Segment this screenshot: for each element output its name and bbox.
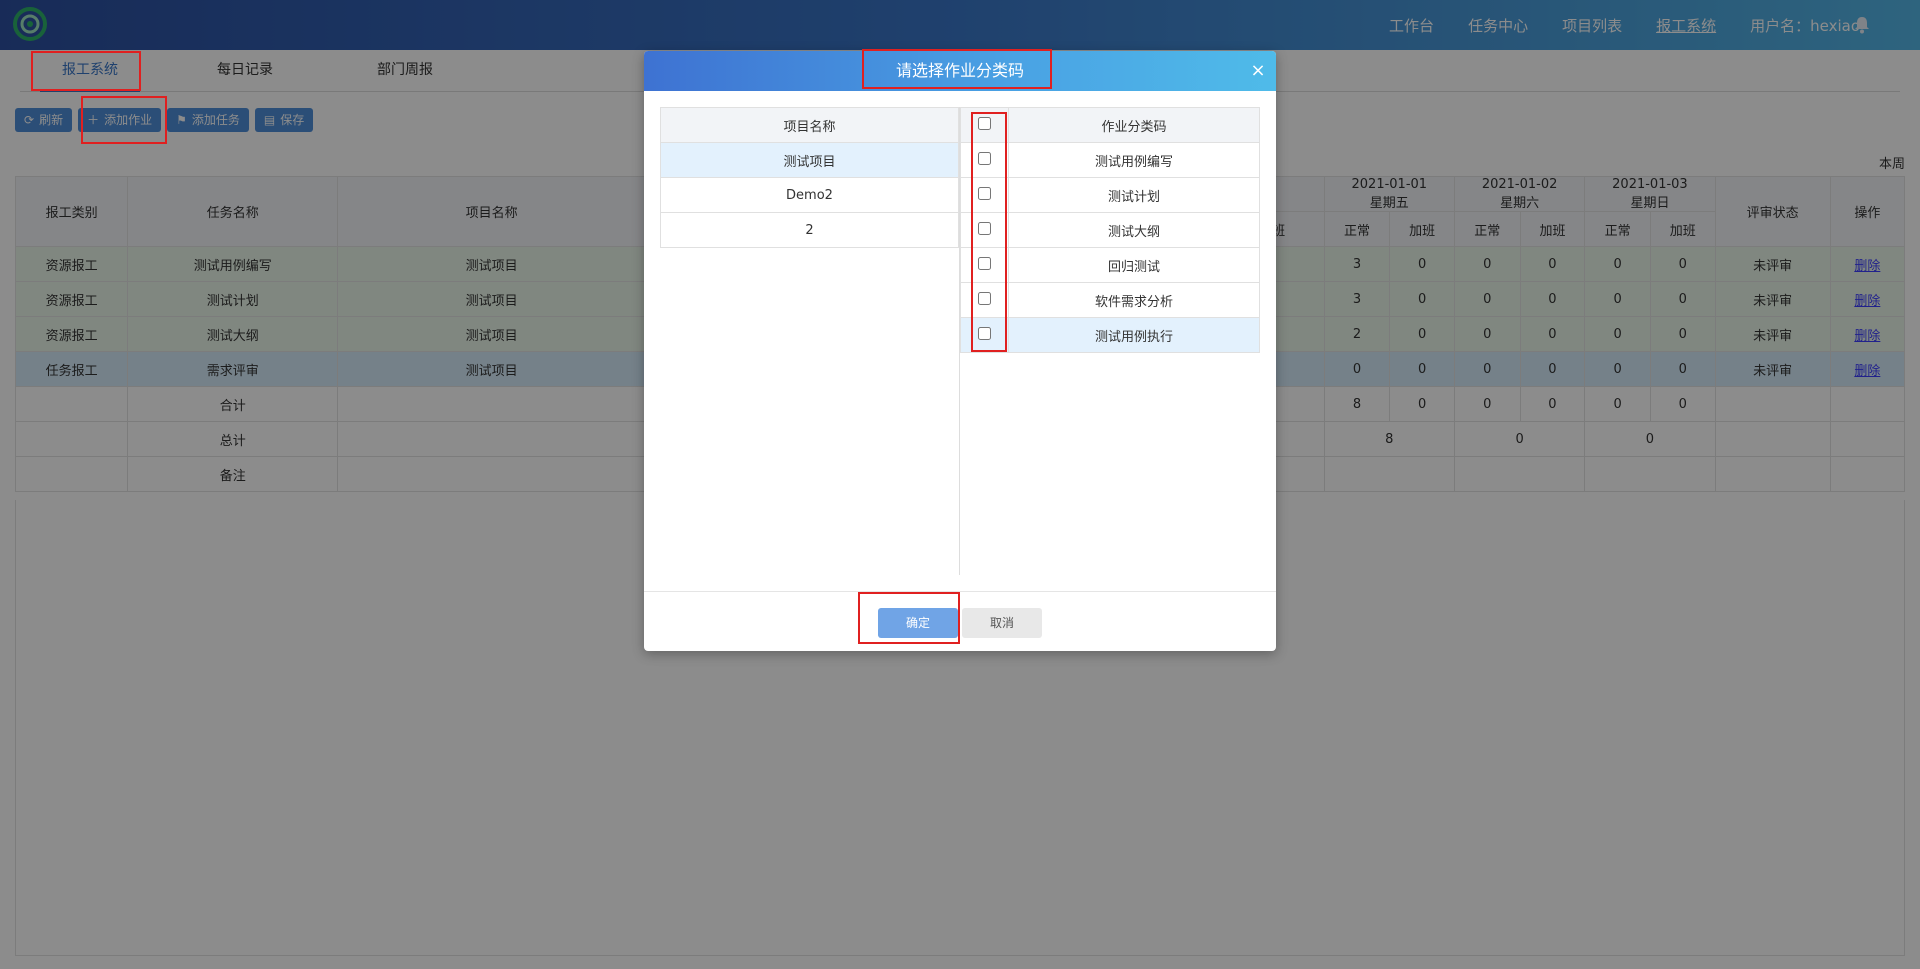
dialog-header: 请选择作业分类码 × [644,51,1276,91]
project-panel: 项目名称 测试项目 Demo2 2 [660,107,960,575]
list-item[interactable]: 回归测试 [960,247,1260,283]
code-name: 测试大纲 [1008,212,1260,248]
checkbox-cell [960,177,1009,213]
code-name: 测试计划 [1008,177,1260,213]
code-panel: 作业分类码 测试用例编写 测试计划 测试大纲 回归测试 软件需求分析 测试用例执… [960,107,1260,575]
row-checkbox[interactable] [978,221,991,235]
dialog-footer: 确定 取消 [644,591,1276,651]
code-grid: 作业分类码 测试用例编写 测试计划 测试大纲 回归测试 软件需求分析 测试用例执… [960,107,1260,353]
project-name: 2 [660,212,959,248]
project-name: 测试项目 [660,142,959,178]
row-checkbox[interactable] [978,326,991,340]
list-item[interactable]: 测试用例编写 [960,142,1260,178]
dialog-title: 请选择作业分类码 [895,61,1024,80]
project-name: Demo2 [660,177,959,213]
code-header: 作业分类码 [1008,107,1260,143]
list-item[interactable]: 测试用例执行 [960,317,1260,353]
row-checkbox[interactable] [978,186,991,200]
project-header: 项目名称 [660,107,959,143]
checkbox-cell [960,142,1009,178]
list-item[interactable]: 2 [660,212,959,248]
checkbox-cell [960,247,1009,283]
row-checkbox[interactable] [978,151,991,165]
select-code-dialog: 请选择作业分类码 × 项目名称 测试项目 Demo2 2 作业分类码 测试用例编… [644,51,1276,651]
row-checkbox[interactable] [978,256,991,270]
code-name: 测试用例执行 [1008,317,1260,353]
row-checkbox[interactable] [978,291,991,305]
select-all-cell [960,107,1009,143]
list-item[interactable]: Demo2 [660,177,959,213]
close-icon[interactable]: × [1248,61,1268,81]
project-grid: 项目名称 测试项目 Demo2 2 [660,107,959,248]
code-name: 测试用例编写 [1008,142,1260,178]
checkbox-cell [960,317,1009,353]
code-name: 软件需求分析 [1008,282,1260,318]
list-item[interactable]: 软件需求分析 [960,282,1260,318]
checkbox-cell [960,282,1009,318]
list-item[interactable]: 测试计划 [960,177,1260,213]
list-item[interactable]: 测试大纲 [960,212,1260,248]
select-all-checkbox[interactable] [978,116,991,130]
cancel-button[interactable]: 取消 [962,608,1042,638]
code-name: 回归测试 [1008,247,1260,283]
list-item[interactable]: 测试项目 [660,142,959,178]
checkbox-cell [960,212,1009,248]
confirm-button[interactable]: 确定 [878,608,958,638]
